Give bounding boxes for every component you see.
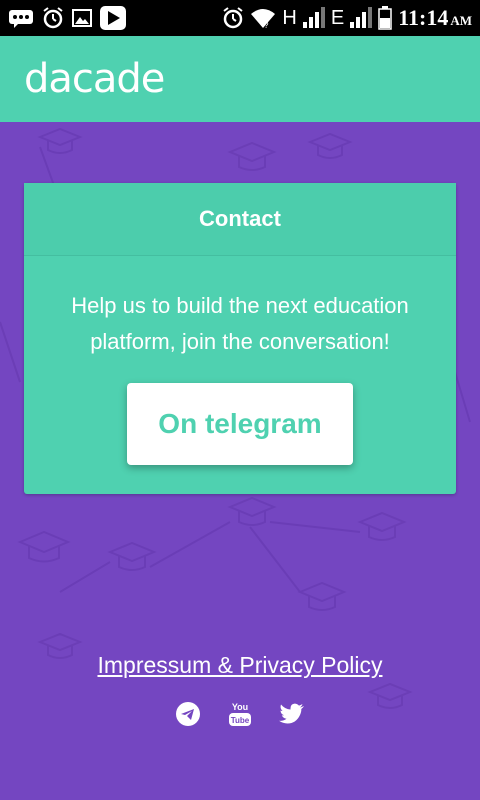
network-type-label: E — [330, 7, 345, 29]
telegram-icon[interactable] — [175, 700, 201, 728]
youtube-icon[interactable]: You Tube — [227, 700, 253, 728]
alarm-icon — [42, 7, 64, 29]
status-bar: ? H E 11:14 AM — [0, 0, 480, 36]
signal-icon — [350, 7, 373, 29]
svg-text:?: ? — [264, 21, 269, 29]
card-description: Help us to build the next education plat… — [71, 293, 409, 354]
signal-icon — [302, 7, 325, 29]
battery-icon — [378, 6, 392, 30]
impressum-privacy-link[interactable]: Impressum & Privacy Policy — [0, 652, 480, 679]
alarm-icon — [222, 7, 244, 29]
image-icon — [72, 9, 92, 27]
card-header: Contact — [24, 183, 456, 256]
twitter-icon[interactable] — [279, 700, 305, 728]
clock: 11:14 AM — [398, 5, 472, 30]
svg-text:You: You — [232, 702, 248, 712]
message-icon — [8, 8, 34, 28]
wifi-icon: ? — [250, 7, 276, 29]
network-type-label: H — [282, 7, 297, 29]
contact-card: Contact Help us to build the next educat… — [24, 183, 456, 494]
social-links: You Tube — [0, 700, 480, 728]
dacade-logo[interactable]: dacade — [24, 56, 165, 102]
on-telegram-button[interactable]: On telegram — [127, 383, 353, 465]
app-header: dacade — [0, 36, 480, 122]
svg-text:Tube: Tube — [231, 716, 250, 725]
card-title: Contact — [199, 206, 281, 231]
play-store-icon — [100, 6, 126, 30]
